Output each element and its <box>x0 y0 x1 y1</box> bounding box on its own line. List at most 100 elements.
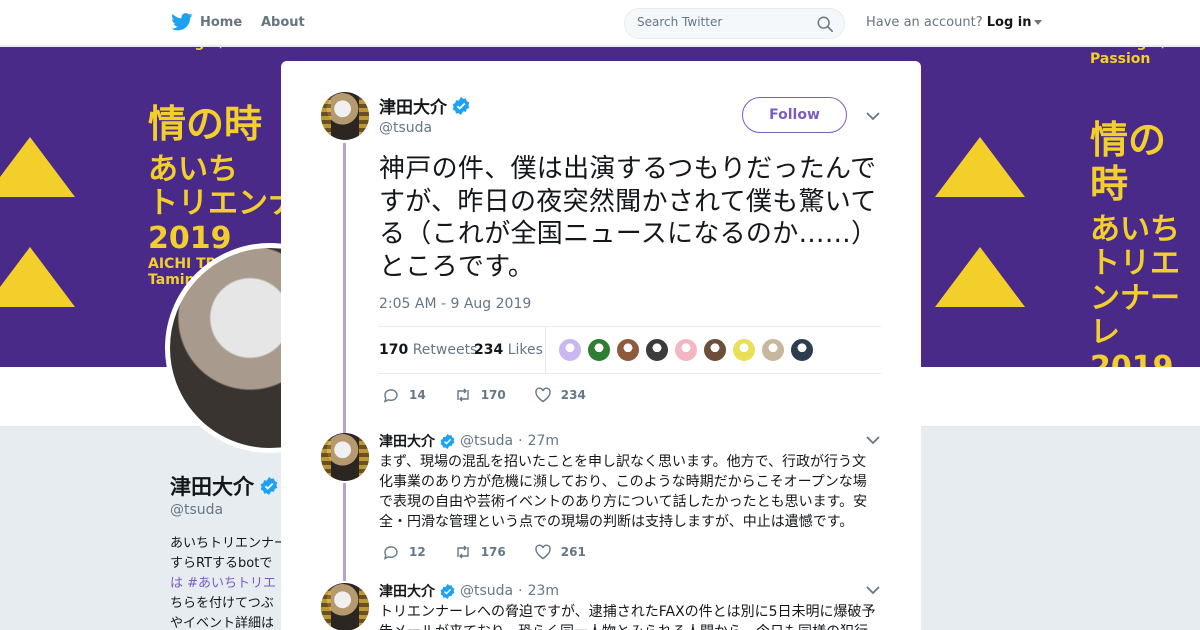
heart-icon <box>535 387 551 403</box>
retweet-icon <box>457 388 469 402</box>
banner-tagline: Taming Y/Our Passion <box>1090 47 1195 68</box>
author-handle[interactable]: @tsuda <box>379 120 432 136</box>
reply-icon <box>383 389 398 403</box>
banner-heading: 情の時 <box>1090 118 1167 206</box>
retweet-icon <box>457 545 469 559</box>
nav-about-label: About <box>261 15 305 30</box>
author-avatar[interactable] <box>321 92 369 140</box>
account-prompt: Have an account? <box>866 15 983 30</box>
reply-avatar[interactable] <box>321 433 369 481</box>
bio-line: すらRTするbotで <box>170 556 273 571</box>
liker-avatar[interactable] <box>558 338 582 362</box>
bio-line: やイベント詳細は <box>170 616 275 630</box>
liker-avatar[interactable] <box>761 338 785 362</box>
profile-bio: あいちトリエンナーレ すらRTするbotで は #あいちトリエ ちらを付けてつぶ… <box>170 534 282 630</box>
banner-triennale: トリエンナーレ <box>1090 246 1180 351</box>
reply-action[interactable]: 12 <box>382 544 426 560</box>
reply-text: トリエンナーレへの脅迫ですが、逮捕されたFAXの件とは別に5日未明に爆破予告メー… <box>379 604 876 630</box>
chevron-down-icon[interactable] <box>1033 20 1042 25</box>
retweet-count: 170 <box>480 388 506 402</box>
top-navigation: Home About Have an account? Log in <box>0 0 1200 46</box>
liker-avatar[interactable] <box>616 338 640 362</box>
liker-avatar[interactable] <box>587 338 611 362</box>
like-action[interactable]: 261 <box>534 544 586 560</box>
retweet-action[interactable]: 176 <box>454 544 506 560</box>
profile-name: 津田大介 <box>170 471 278 501</box>
retweets-count: 170 <box>379 342 409 358</box>
likes-count: 234 <box>474 342 504 358</box>
retweet-action[interactable]: 170 <box>454 387 506 403</box>
reply-time[interactable]: 23m <box>528 583 559 599</box>
reply-author-handle[interactable]: @tsuda <box>460 583 513 599</box>
nav-home[interactable]: Home <box>171 13 242 31</box>
reply-time[interactable]: 27m <box>528 433 559 449</box>
nav-about[interactable]: About <box>261 15 305 30</box>
likers-avatars <box>558 338 814 362</box>
banner-shape <box>935 247 1025 307</box>
retweets-label: Retweets <box>412 342 478 358</box>
verified-icon <box>260 477 278 495</box>
reply-count: 12 <box>409 545 426 559</box>
reply-action[interactable]: 14 <box>382 387 426 403</box>
reply-icon <box>383 546 398 560</box>
tweet-timestamp[interactable]: 2:05 AM - 9 Aug 2019 <box>379 296 531 312</box>
divider <box>545 327 546 373</box>
reply-header: 津田大介 @tsuda · 23m <box>379 581 560 601</box>
liker-avatar[interactable] <box>703 338 727 362</box>
follow-button[interactable]: Follow <box>742 97 847 133</box>
nav-home-label: Home <box>200 14 243 30</box>
likes-label: Likes <box>507 342 543 358</box>
twitter-bird-icon <box>171 13 193 31</box>
banner-shape <box>935 137 1025 197</box>
banner-text-right: Taming Y/Our Passion 情の時 あいち トリエンナーレ 201… <box>1090 47 1200 367</box>
banner-aichi: あいち <box>1090 211 1180 247</box>
search-box <box>624 8 845 39</box>
retweet-count: 176 <box>480 545 506 559</box>
verified-icon <box>440 433 455 449</box>
banner-tagline: Taming Y/Our Passion <box>148 47 358 51</box>
search-input[interactable] <box>637 15 807 29</box>
reply-avatar[interactable] <box>321 583 369 630</box>
banner-shape <box>0 247 75 307</box>
chevron-down-icon[interactable] <box>866 111 880 121</box>
login-area: Have an account? Log in <box>866 15 1042 30</box>
liker-avatar[interactable] <box>790 338 814 362</box>
thread-line <box>343 143 346 433</box>
retweets-stat[interactable]: 170 Retweets <box>379 342 477 358</box>
search-icon[interactable] <box>816 15 834 33</box>
reply-header: 津田大介 @tsuda · 27m <box>379 431 560 451</box>
like-count: 234 <box>560 388 586 402</box>
likes-stat[interactable]: 234 Likes <box>474 342 543 358</box>
reply-count: 14 <box>409 388 426 402</box>
thread-line <box>343 483 346 581</box>
banner-shape <box>0 137 75 197</box>
profile-handle: @tsuda <box>170 502 224 518</box>
chevron-down-icon[interactable] <box>866 585 880 595</box>
liker-avatar[interactable] <box>674 338 698 362</box>
tweet-author[interactable]: 津田大介 <box>379 93 470 118</box>
verified-icon <box>440 583 455 599</box>
reply-actions: 12 176 261 <box>382 544 586 560</box>
reply-author-name[interactable]: 津田大介 <box>379 581 435 601</box>
close-icon[interactable] <box>1154 12 1178 36</box>
reply-author-name[interactable]: 津田大介 <box>379 431 435 451</box>
reply-text: まず、現場の混乱を招いたことを申し訳なく思います。他方で、行政が行う文化事業のあ… <box>379 454 868 530</box>
verified-icon <box>452 96 470 115</box>
bio-hashtag[interactable]: は #あいちトリエ <box>170 574 282 594</box>
liker-avatar[interactable] <box>645 338 669 362</box>
bio-line: ちらを付けてつぶ <box>170 596 274 611</box>
chevron-down-icon[interactable] <box>866 435 880 445</box>
author-name[interactable]: 津田大介 <box>379 93 447 118</box>
bio-line: あいちトリエンナーレ <box>170 536 282 551</box>
liker-avatar[interactable] <box>732 338 756 362</box>
profile-name-text: 津田大介 <box>170 475 254 499</box>
tweet-actions: 14 170 234 <box>382 387 586 403</box>
like-count: 261 <box>560 545 586 559</box>
tweet-text: 神戸の件、僕は出演するつもりだったんですが、昨日の夜突然聞かされて僕も驚いてる（… <box>379 154 878 282</box>
reply-author-handle[interactable]: @tsuda <box>460 433 513 449</box>
login-link[interactable]: Log in <box>987 15 1032 30</box>
heart-icon <box>535 544 551 560</box>
banner-year: 2019 <box>1090 350 1200 367</box>
tweet-stats: 170 Retweets 234 Likes <box>378 326 881 374</box>
like-action[interactable]: 234 <box>534 387 586 403</box>
